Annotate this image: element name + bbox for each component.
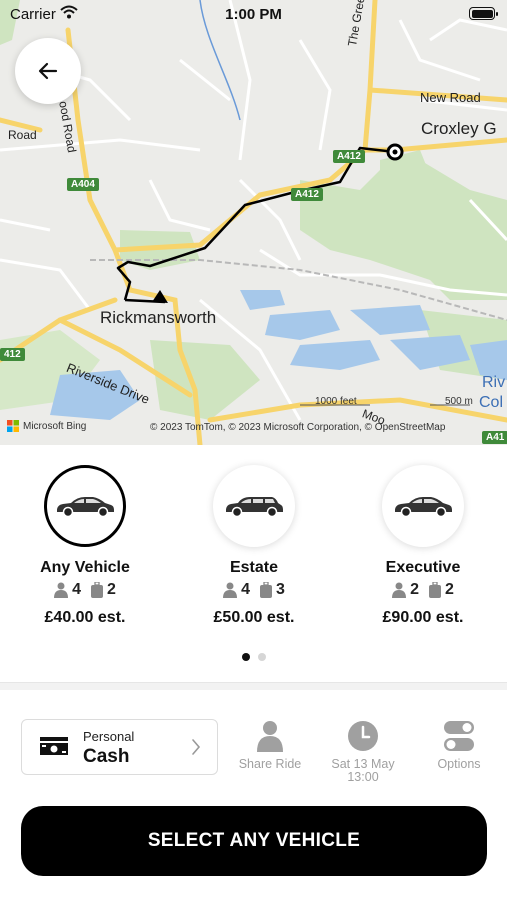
road-shield-a412-mid: A412 — [291, 188, 323, 201]
share-ride-label: Share Ride — [238, 757, 302, 771]
road-shield-a412-top: A412 — [333, 150, 365, 163]
schedule-time: 13:00 — [347, 770, 379, 784]
map-label-croxley: Croxley G — [421, 119, 497, 138]
person-icon — [392, 582, 407, 598]
passenger-count: 2 — [410, 581, 419, 598]
clock-icon — [348, 721, 378, 751]
luggage-count: 2 — [107, 581, 116, 598]
map-label-road: Road — [8, 128, 37, 142]
road-shield-a41: A41 — [482, 431, 507, 444]
toggle-options-icon — [444, 721, 474, 751]
vehicle-capacity: 4 2 — [5, 581, 165, 599]
vehicle-selector: Any Vehicle 4 2 £40.00 est. Estate 4 3 £… — [0, 445, 507, 685]
scale-meters: 500 m — [445, 396, 473, 407]
status-time: 1:00 PM — [225, 6, 282, 23]
luggage-icon — [260, 582, 272, 598]
status-bar: Carrier 1:00 PM — [0, 0, 507, 30]
car-icon — [57, 497, 114, 518]
vehicle-price: £40.00 est. — [44, 609, 126, 626]
vehicle-option-any[interactable]: Any Vehicle 4 2 £40.00 est. — [5, 465, 165, 627]
vehicle-image-circle — [213, 465, 295, 547]
luggage-count: 3 — [276, 581, 285, 598]
road-shield-a404: A404 — [67, 178, 99, 191]
passenger-count: 4 — [72, 581, 81, 598]
share-ride-button[interactable]: Share Ride — [230, 716, 310, 771]
vehicle-price: £90.00 est. — [382, 609, 464, 626]
person-icon — [54, 582, 69, 598]
vehicle-image-circle — [382, 465, 464, 547]
cash-icon — [40, 737, 68, 755]
car-icon — [226, 497, 283, 518]
back-arrow-icon — [38, 62, 58, 80]
payment-method-selector[interactable]: Personal Cash — [21, 719, 218, 775]
passenger-count: 4 — [241, 581, 250, 598]
bing-label: Microsoft Bing — [23, 420, 87, 432]
road-shield-a412-left: 412 — [0, 348, 25, 361]
page-dot[interactable] — [257, 653, 266, 661]
scale-feet: 1000 feet — [315, 396, 357, 407]
battery-icon — [469, 7, 498, 20]
payment-type: Personal — [83, 729, 135, 744]
car-icon — [395, 497, 452, 518]
select-vehicle-button[interactable]: SELECT ANY VEHICLE — [21, 806, 487, 876]
vehicle-name: Estate — [229, 559, 279, 576]
map-label-river-2: Col — [479, 394, 504, 411]
page-dot-active[interactable] — [241, 653, 250, 661]
share-ride-icon — [257, 721, 283, 752]
vehicle-capacity: 2 2 — [343, 581, 503, 599]
map-label-river-1: Riv — [482, 374, 506, 391]
person-icon — [223, 582, 238, 598]
luggage-icon — [91, 582, 103, 598]
map-copyright[interactable]: © 2023 TomTom, © 2023 Microsoft Corporat… — [150, 422, 445, 433]
vehicle-name: Any Vehicle — [40, 559, 130, 576]
vehicle-price: £50.00 est. — [213, 609, 295, 626]
options-button[interactable]: Options — [419, 716, 499, 771]
luggage-icon — [429, 582, 441, 598]
payment-method: Cash — [83, 746, 130, 767]
back-button[interactable] — [15, 38, 81, 104]
schedule-button[interactable]: Sat 13 May 13:00 — [323, 716, 403, 784]
vehicle-name: Executive — [385, 559, 461, 576]
map-label-new-road: New Road — [420, 90, 481, 105]
vehicle-capacity: 4 3 — [174, 581, 334, 599]
bing-attribution: Microsoft Bing — [7, 420, 86, 432]
vehicle-option-executive[interactable]: Executive 2 2 £90.00 est. — [343, 465, 503, 627]
luggage-count: 2 — [445, 581, 454, 598]
options-label: Options — [437, 757, 481, 771]
page-indicator[interactable] — [0, 653, 507, 661]
chevron-right-icon — [192, 739, 201, 755]
microsoft-logo — [7, 420, 19, 432]
vehicle-image-circle — [44, 465, 126, 547]
route-map[interactable]: Rickmansworth Croxley G Riv Col New Road… — [0, 0, 507, 445]
vehicle-option-estate[interactable]: Estate 4 3 £50.00 est. — [174, 465, 334, 627]
map-label-rickmansworth: Rickmansworth — [100, 308, 217, 327]
section-divider — [0, 682, 507, 690]
